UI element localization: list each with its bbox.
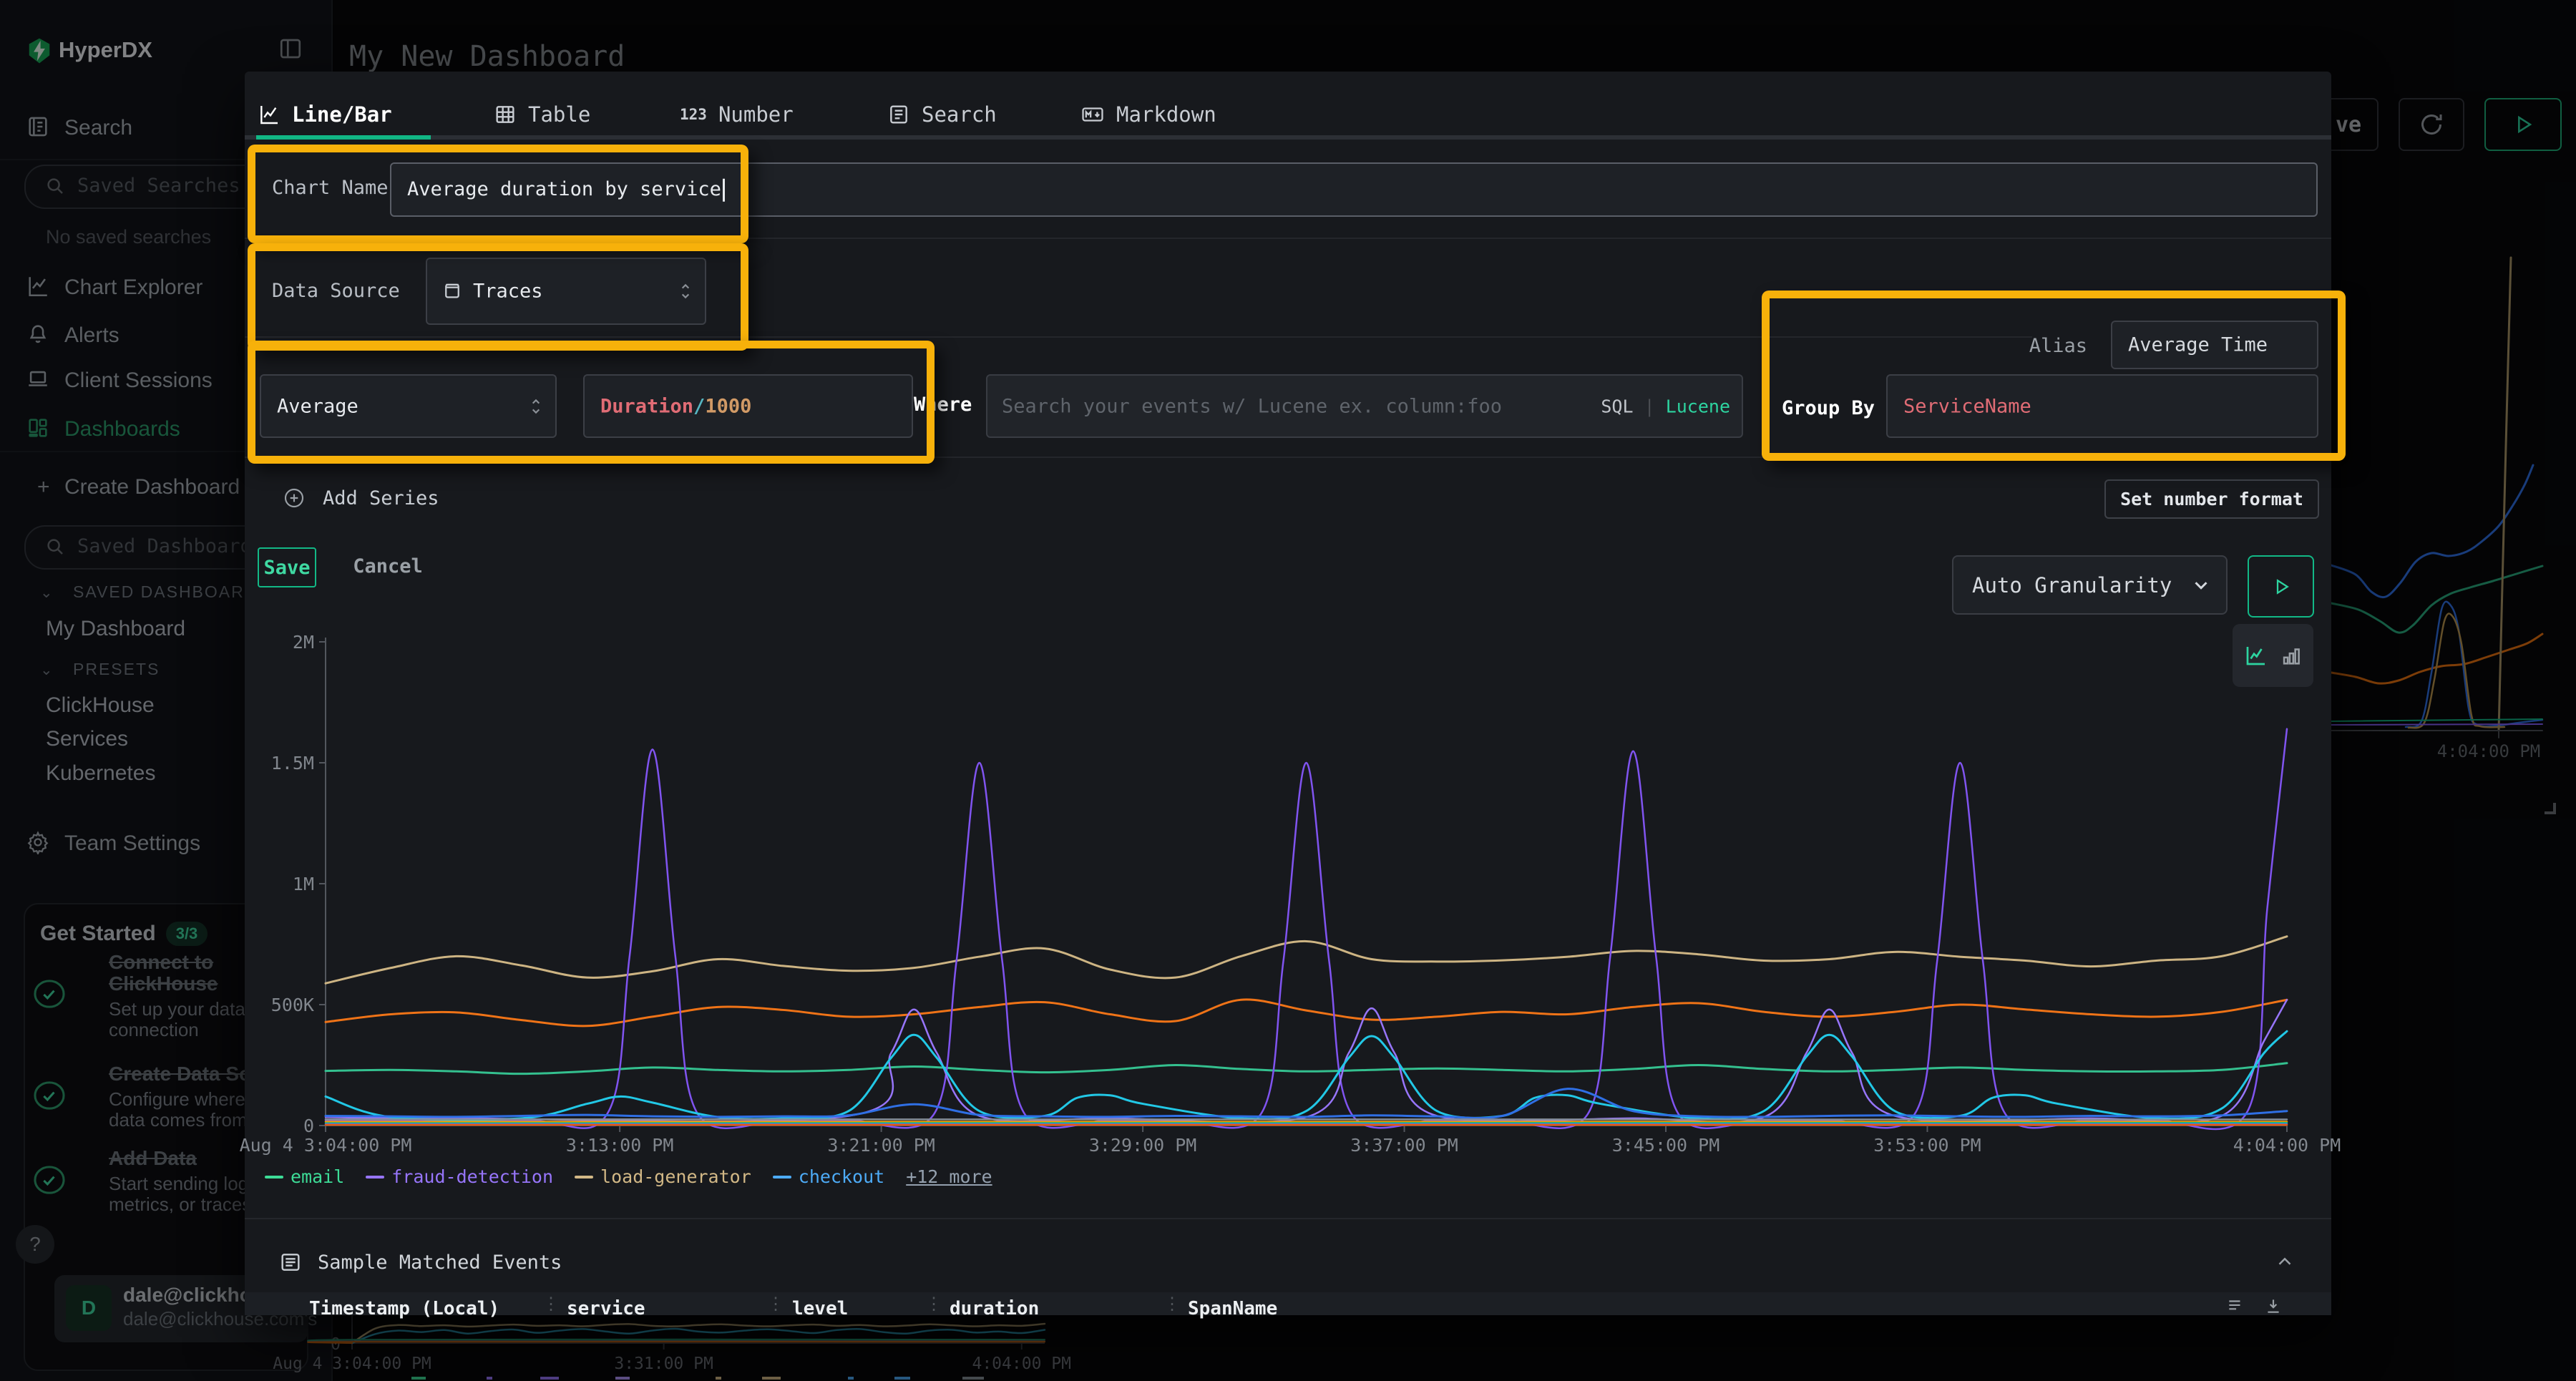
chart-type-toggle[interactable]: [2233, 624, 2313, 687]
legend-item-fraud-detection[interactable]: fraud-detection: [366, 1166, 553, 1187]
series-swatch: [265, 1176, 283, 1179]
active-tab-underline: [256, 135, 431, 140]
sql-mode-button[interactable]: SQL: [1601, 396, 1633, 416]
run-chart-button[interactable]: [2248, 555, 2314, 618]
series-swatch: [575, 1176, 593, 1179]
granularity-select[interactable]: Auto Granularity: [1952, 555, 2228, 615]
plus-circle-icon: [283, 487, 306, 509]
legend-item-load-generator[interactable]: load-generator: [575, 1166, 751, 1187]
column-timestamp[interactable]: Timestamp (Local): [309, 1298, 499, 1319]
list-icon: [279, 1251, 302, 1274]
column-duration[interactable]: duration: [950, 1298, 1039, 1319]
add-series-button[interactable]: Add Series: [283, 487, 439, 509]
set-number-format-button[interactable]: Set number format: [2104, 479, 2319, 519]
hyperdx-app: HyperDX Search Saved Searches No saved s…: [0, 0, 2576, 1381]
tab-markdown[interactable]: Markdown: [1080, 93, 1216, 136]
legend-item-checkout[interactable]: checkout: [773, 1166, 884, 1187]
table-icon: [494, 103, 517, 126]
sample-matched-events-header[interactable]: Sample Matched Events: [279, 1251, 562, 1274]
lucene-mode-button[interactable]: Lucene: [1666, 396, 1730, 416]
highlight-chart-name: [248, 145, 748, 243]
play-icon: [2270, 576, 2292, 597]
chevron-down-icon: [2190, 575, 2212, 596]
bar-chart-icon: [2279, 643, 2303, 668]
download-icon[interactable]: [2264, 1297, 2283, 1315]
where-search-input[interactable]: Search your events w/ Lucene ex. column:…: [986, 374, 1743, 438]
line-chart-icon: [258, 103, 280, 126]
legend-more-link[interactable]: +12 more: [906, 1166, 992, 1187]
line-chart-icon: [2243, 643, 2269, 668]
legend-item-email[interactable]: email: [265, 1166, 344, 1187]
series-swatch: [366, 1176, 384, 1179]
highlight-group-by: [1762, 291, 2346, 461]
column-spanname[interactable]: SpanName: [1188, 1298, 1277, 1319]
tab-search[interactable]: Search: [887, 93, 997, 136]
column-service[interactable]: service: [567, 1298, 645, 1319]
search-doc-icon: [887, 103, 910, 126]
series-swatch: [773, 1176, 791, 1179]
number-123-icon: 123: [680, 106, 707, 123]
markdown-icon: [1080, 102, 1105, 127]
save-button[interactable]: Save: [258, 547, 316, 587]
chart-legend: email fraud-detection load-generator che…: [265, 1166, 992, 1187]
divider: [245, 1218, 2331, 1219]
tab-number[interactable]: 123 Number: [680, 93, 794, 136]
chevron-up-icon[interactable]: [2274, 1251, 2296, 1272]
sample-events-table-header: Timestamp (Local) ⋮ service ⋮ level ⋮ du…: [245, 1292, 2331, 1315]
highlight-data-source: [248, 243, 748, 351]
tab-line-bar[interactable]: Line/Bar: [258, 93, 392, 136]
tab-track: [245, 135, 2331, 140]
tab-table[interactable]: Table: [494, 93, 590, 136]
row-density-icon[interactable]: [2226, 1297, 2245, 1315]
cancel-button[interactable]: Cancel: [345, 547, 431, 585]
highlight-series: [248, 341, 935, 464]
column-level[interactable]: level: [792, 1298, 848, 1319]
